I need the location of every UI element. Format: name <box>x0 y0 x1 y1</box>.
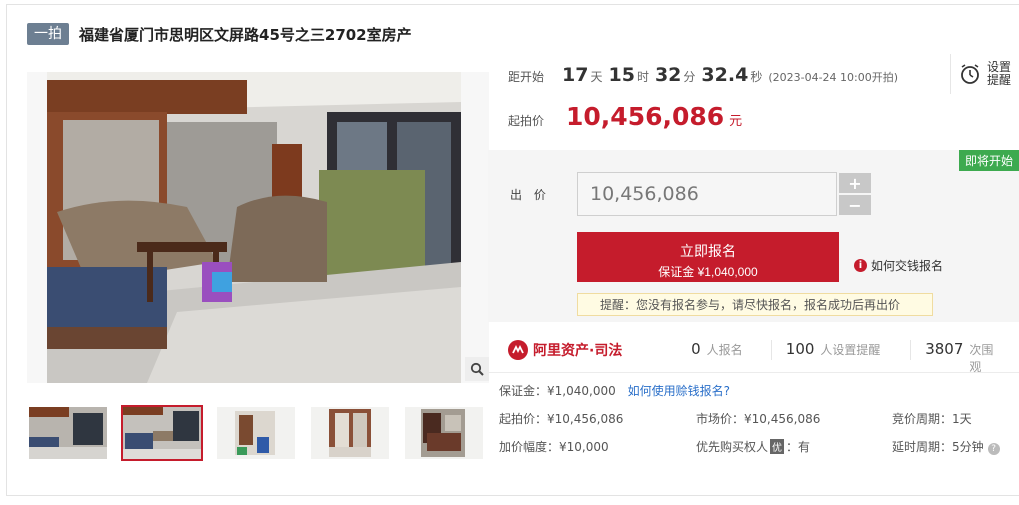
starting-price-value: 10,456,086 <box>566 102 725 131</box>
bid-cycle-label: 竞价周期： <box>892 412 953 426</box>
priority-buyer-label: 优先购买权人 <box>696 440 769 454</box>
starting-price-label: 起拍价 <box>508 114 545 128</box>
zoom-button[interactable] <box>465 357 489 381</box>
credit-signup-link[interactable]: 如何使用赊钱报名? <box>628 384 730 398</box>
bid-label: 出 价 <box>510 188 550 202</box>
increase-bid-button[interactable]: + <box>839 173 871 193</box>
set-reminder-button[interactable]: 设置提醒 <box>950 54 1019 94</box>
ali-logo-text: 阿里资产·司法 <box>533 342 623 359</box>
signup-count-unit: 人报名 <box>706 342 743 357</box>
countdown-seconds-unit: 秒 <box>750 70 763 84</box>
starting-price-unit: 元 <box>729 114 743 129</box>
signup-count: 0 人报名 <box>677 339 772 360</box>
countdown-hours: 15 <box>608 64 635 86</box>
bid-cycle-detail: 竞价周期：1天 <box>892 410 972 427</box>
start-price-value: ¥10,456,086 <box>547 412 624 426</box>
thumbnail-3[interactable] <box>215 405 297 461</box>
countdown-row: 距开始 17 天 15 时 32 分 32.4 秒 (2023-04-24 10… <box>508 64 898 86</box>
delay-cycle-detail: 延时周期：5分钟? <box>892 438 1000 455</box>
round-badge: 一拍 <box>27 23 69 45</box>
countdown-minutes: 32 <box>654 64 682 86</box>
deposit-detail: 保证金：¥1,040,000 如何使用赊钱报名? <box>499 382 730 399</box>
deposit-value: ¥1,040,000 <box>547 384 616 398</box>
reminder-tip: 提醒：您没有报名参与，请尽快报名，报名成功后再出价 <box>577 293 933 316</box>
how-to-pay-link[interactable]: i 如何交钱报名 <box>854 257 943 274</box>
thumbnail-5[interactable] <box>403 405 485 461</box>
increment-value: ¥10,000 <box>559 440 609 454</box>
priority-buyer-detail: 优先购买权人优：有 <box>696 438 810 455</box>
ali-logo-icon <box>508 339 528 360</box>
reminder-count-value: 100 <box>785 339 815 358</box>
help-icon[interactable]: ? <box>987 443 1000 455</box>
priority-buyer-value: ：有 <box>786 440 811 454</box>
bid-panel: 即将开始 出 价 10,456,086 + − 立即报名 保证金 ¥1,040,… <box>488 150 1019 322</box>
view-count-value: 3807 <box>925 339 964 358</box>
market-price-label: 市场价： <box>696 412 745 426</box>
title-row: 一拍 福建省厦门市思明区文屏路45号之三2702室房产 <box>27 23 412 45</box>
increment-detail: 加价幅度：¥10,000 <box>499 438 609 455</box>
thumbnail-2[interactable] <box>121 405 203 461</box>
view-count-unit: 次围观 <box>969 342 994 374</box>
delay-cycle-value: 5分钟 <box>952 440 984 454</box>
signup-button-label: 立即报名 <box>680 242 736 259</box>
how-to-pay-label: 如何交钱报名 <box>871 259 944 273</box>
reminder-count-unit: 人设置提醒 <box>820 342 881 357</box>
deposit-label: 保证金： <box>499 384 548 398</box>
signup-button[interactable]: 立即报名 保证金 ¥1,040,000 <box>577 232 839 282</box>
countdown-seconds: 32.4 <box>701 64 749 86</box>
countdown-days: 17 <box>562 64 589 86</box>
market-price-value: ¥10,456,086 <box>744 412 821 426</box>
thumbnail-4[interactable] <box>309 405 391 461</box>
start-price-detail: 起拍价：¥10,456,086 <box>499 410 623 427</box>
stats-row: 阿里资产·司法 0 人报名 100 人设置提醒 3807 次围观 <box>488 327 1019 374</box>
bid-amount-input[interactable]: 10,456,086 <box>577 172 837 216</box>
countdown-label: 距开始 <box>508 70 545 84</box>
bid-cycle-value: 1天 <box>952 412 972 426</box>
ali-assets-logo: 阿里资产·司法 <box>508 339 677 360</box>
magnifier-icon <box>470 362 484 376</box>
decrease-bid-button[interactable]: − <box>839 195 871 215</box>
main-photo[interactable] <box>27 72 489 383</box>
set-reminder-label: 设置提醒 <box>987 60 1012 87</box>
start-time-note: (2023-04-24 10:00开拍) <box>768 71 899 84</box>
countdown-hours-unit: 时 <box>636 70 649 84</box>
delay-cycle-label: 延时周期： <box>892 440 953 454</box>
countdown-days-unit: 天 <box>590 70 603 84</box>
start-price-label: 起拍价： <box>499 412 548 426</box>
thumbnail-strip <box>27 405 497 461</box>
starting-price-row: 起拍价 10,456,086 元 <box>508 102 742 131</box>
signup-count-value: 0 <box>691 339 701 358</box>
increment-label: 加价幅度： <box>499 440 560 454</box>
alarm-clock-icon <box>961 64 979 84</box>
view-count: 3807 次围观 <box>911 339 1019 374</box>
signup-deposit-label: 保证金 ¥1,040,000 <box>658 264 758 279</box>
market-price-detail: 市场价：¥10,456,086 <box>696 410 820 427</box>
info-icon: i <box>854 259 867 272</box>
thumbnail-1[interactable] <box>27 405 109 461</box>
page-title: 福建省厦门市思明区文屏路45号之三2702室房产 <box>79 25 412 44</box>
status-badge: 即将开始 <box>958 150 1019 171</box>
reminder-count: 100 人设置提醒 <box>772 339 912 360</box>
countdown-minutes-unit: 分 <box>683 70 696 84</box>
priority-tag-icon: 优 <box>770 439 785 454</box>
